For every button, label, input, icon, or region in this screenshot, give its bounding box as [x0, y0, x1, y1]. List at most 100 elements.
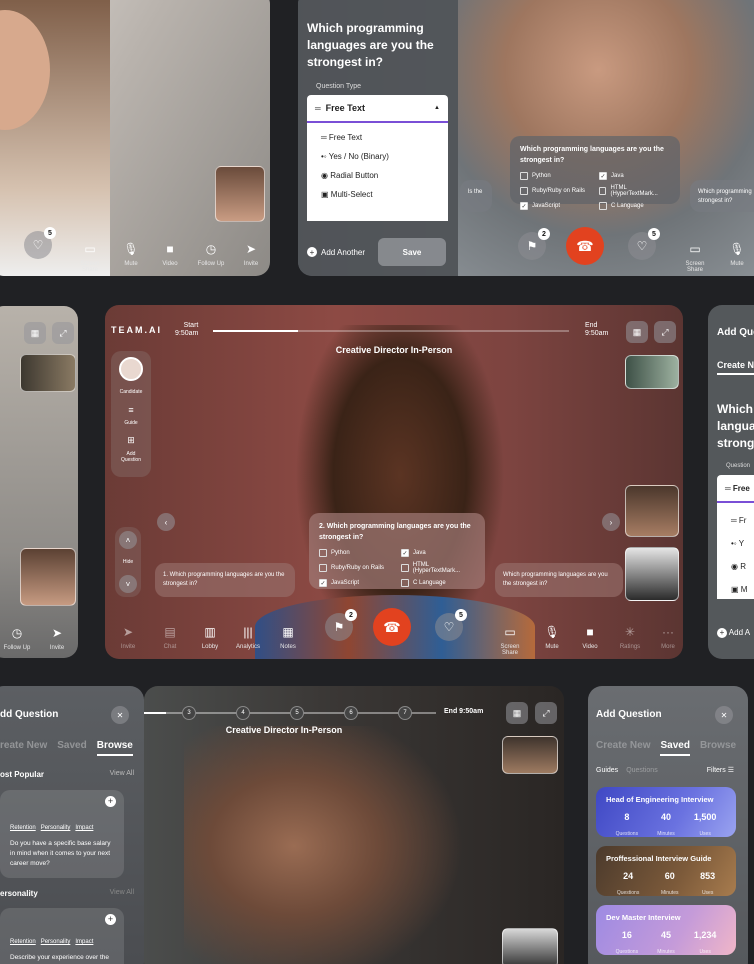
tab-create-new[interactable]: Create N	[717, 360, 754, 375]
menu-item-multi-select[interactable]: ▣ M	[731, 578, 754, 601]
participant-thumbnail[interactable]	[20, 548, 76, 606]
filters-button[interactable]: Filters ☰	[707, 766, 734, 774]
menu-item-radial[interactable]: ◉ Radial Button	[307, 166, 448, 185]
checkbox-icon[interactable]	[599, 202, 607, 210]
flag-button[interactable]: ⚑ 2	[325, 609, 357, 641]
mute-button[interactable]: 🎙 Mute	[722, 240, 752, 267]
expand-button[interactable]: ⤢	[52, 322, 74, 344]
participant-thumbnail[interactable]	[625, 355, 679, 389]
self-view-thumbnail[interactable]	[215, 166, 265, 222]
timeline-track[interactable]	[213, 330, 569, 332]
close-button[interactable]: ✕	[111, 706, 129, 724]
question-card[interactable]: + Retention Personality Impact Do you have…	[0, 790, 124, 878]
lobby-button[interactable]: ▥ Lobby	[195, 623, 225, 650]
expand-button[interactable]: ⤢	[535, 702, 557, 724]
subtab-guides[interactable]: Guides	[596, 767, 618, 774]
answer-option[interactable]: HTML (HyperTextMark...	[401, 562, 475, 574]
guide-card[interactable]: Dev Master Interview 16 Questions 45 Minutes…	[596, 905, 736, 955]
timeline-step[interactable]: 7	[398, 706, 412, 720]
guide-card[interactable]: Proffessional Interview Guide 24 Questions…	[596, 846, 736, 896]
add-question-icon[interactable]: ⊞	[111, 435, 151, 446]
checkbox-icon[interactable]	[401, 564, 409, 572]
screen-share-button[interactable]: ▭ Screen Share	[680, 240, 710, 273]
more-button[interactable]: ··· More	[653, 623, 683, 650]
answer-option[interactable]: HTML (HyperTextMark...	[599, 185, 670, 197]
mute-button[interactable]: 🎙 Mute	[116, 240, 146, 267]
grid-view-button[interactable]: ▦	[506, 702, 528, 724]
tab-create-new[interactable]: Create New	[596, 740, 650, 751]
prev-question-bubble[interactable]: ls the	[460, 180, 492, 212]
menu-item-free-text[interactable]: ═ Free Text	[307, 128, 448, 147]
participant-thumbnail[interactable]	[502, 928, 558, 964]
participant-thumbnail[interactable]	[625, 485, 679, 537]
add-another-button[interactable]: + Add A	[717, 628, 750, 638]
tab-saved[interactable]: Saved	[57, 740, 86, 751]
add-button[interactable]: +	[105, 796, 116, 807]
checkbox-checked-icon[interactable]: ✓	[599, 172, 607, 180]
answer-option[interactable]: ✓ Java	[599, 172, 670, 180]
invite-button[interactable]: ➤ Invite	[113, 623, 143, 650]
screen-share-button[interactable]: ▭ Screen Share	[75, 240, 105, 273]
grid-view-button[interactable]: ▦	[626, 321, 648, 343]
timeline-step[interactable]: 5	[290, 706, 304, 720]
question-type-select[interactable]: ═ Free	[717, 475, 754, 503]
chat-button[interactable]: ▤ Chat	[155, 623, 185, 650]
heart-button[interactable]: ♡ 5	[628, 228, 660, 260]
menu-item-free-text[interactable]: ═ Fr	[731, 509, 754, 532]
checkbox-icon[interactable]	[599, 187, 607, 195]
menu-item-binary[interactable]: •◦ Y	[731, 532, 754, 555]
tag[interactable]: Personality	[41, 939, 71, 945]
menu-item-radial[interactable]: ◉ R	[731, 555, 754, 578]
checkbox-checked-icon[interactable]: ✓	[319, 579, 327, 587]
participant-thumbnail[interactable]	[20, 354, 76, 392]
follow-up-button[interactable]: ◷ Follow Up	[196, 240, 226, 267]
tag[interactable]: Impact	[75, 939, 93, 945]
checkbox-icon[interactable]	[319, 564, 327, 572]
answer-option[interactable]: Python	[520, 172, 591, 180]
answer-option[interactable]: ✓ Java	[401, 549, 475, 557]
ratings-button[interactable]: ✳ Ratings	[615, 623, 645, 650]
checkbox-checked-icon[interactable]: ✓	[520, 202, 528, 210]
menu-item-multi-select[interactable]: ▣ Multi-Select	[307, 185, 448, 204]
tag[interactable]: Impact	[75, 825, 93, 831]
next-arrow-button[interactable]: ›	[602, 513, 620, 531]
view-all-link[interactable]: View All	[110, 889, 134, 896]
hide-button[interactable]: Hide	[115, 559, 141, 565]
scroll-down-button[interactable]: ˅	[119, 575, 137, 593]
end-call-button[interactable]: ☎	[566, 227, 604, 265]
add-button[interactable]: +	[105, 914, 116, 925]
question-text[interactable]: Which programming languages are you the …	[307, 20, 447, 71]
invite-button[interactable]: ➤ Invite	[42, 624, 72, 651]
add-another-button[interactable]: + Add Another	[307, 247, 365, 257]
answer-option[interactable]: Ruby/Ruby on Rails	[520, 185, 591, 197]
notes-button[interactable]: ▦ Notes	[273, 623, 303, 650]
view-all-link[interactable]: View All	[110, 770, 134, 777]
timeline-step[interactable]: 4	[236, 706, 250, 720]
grid-view-button[interactable]: ▦	[24, 322, 46, 344]
checkbox-checked-icon[interactable]: ✓	[401, 549, 409, 557]
checkbox-icon[interactable]	[319, 549, 327, 557]
heart-button[interactable]: ♡ 5	[24, 227, 56, 259]
answer-option[interactable]: C Language	[599, 202, 670, 210]
close-button[interactable]: ✕	[715, 706, 733, 724]
save-button[interactable]: Save	[378, 238, 446, 266]
answer-option[interactable]: Ruby/Ruby on Rails	[319, 562, 393, 574]
timeline-step[interactable]: 3	[182, 706, 196, 720]
answer-option[interactable]: C Language	[401, 579, 475, 587]
prev-question-bubble[interactable]: 1. Which programming languages are you t…	[155, 563, 295, 597]
next-question-bubble[interactable]: Which programming strongest in?	[690, 180, 754, 212]
follow-up-button[interactable]: ◷ Follow Up	[2, 624, 32, 651]
mute-button[interactable]: 🎙 Mute	[537, 623, 567, 650]
guide-card[interactable]: Head of Engineering Interview 8 Questions 4…	[596, 787, 736, 837]
answer-option[interactable]: ✓ JavaScript	[520, 202, 591, 210]
tab-saved[interactable]: Saved	[660, 740, 690, 756]
guide-icon[interactable]: ≡	[111, 405, 151, 415]
menu-item-binary[interactable]: •◦ Yes / No (Binary)	[307, 147, 448, 166]
video-button[interactable]: ■ Video	[155, 240, 185, 267]
checkbox-icon[interactable]	[520, 187, 528, 195]
subtab-questions[interactable]: Questions	[626, 767, 658, 774]
flag-button[interactable]: ⚑ 2	[518, 228, 550, 260]
participant-thumbnail[interactable]	[625, 547, 679, 601]
tab-create-new[interactable]: reate New	[0, 740, 47, 751]
answer-option[interactable]: Python	[319, 549, 393, 557]
